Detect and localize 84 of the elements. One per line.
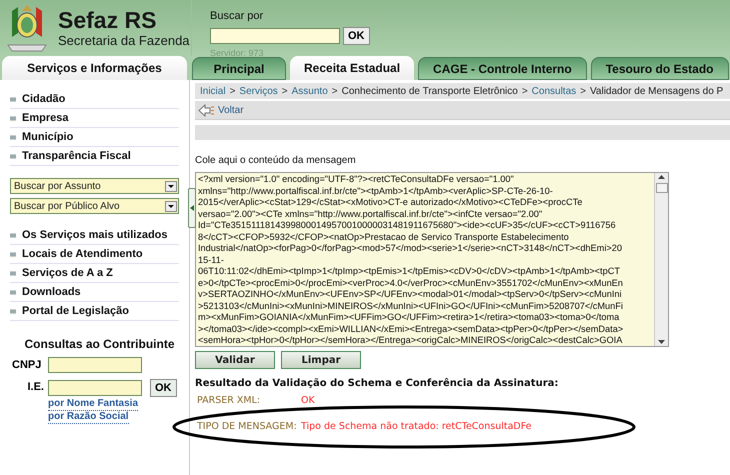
nav-tab[interactable]: CAGE - Controle Interno xyxy=(418,57,587,80)
scrollbar-thumb[interactable] xyxy=(656,183,668,193)
dropdown[interactable]: Buscar por Assunto xyxy=(10,178,179,194)
breadcrumb-separator: > xyxy=(332,84,338,98)
message-textarea[interactable] xyxy=(195,172,669,347)
breadcrumb-link[interactable]: Inicial xyxy=(200,84,226,98)
sidebar-link[interactable]: Serviços de A a Z xyxy=(22,264,113,282)
sidebar-link[interactable]: Transparência Fiscal xyxy=(22,148,131,164)
nav-tab[interactable]: Tesouro do Estado xyxy=(590,57,729,80)
breadcrumb-separator: > xyxy=(522,84,528,98)
bullet-icon xyxy=(10,308,16,314)
xml-line: 2015</verAplic><cStat>129</cStat><xMotivo>CT-e autorizado</xMotivo><CTeDFe><procCTe xyxy=(198,197,584,208)
sidebar-link[interactable]: Portal de Legislação xyxy=(22,302,129,320)
down-arrow-icon xyxy=(658,340,665,344)
xml-line: Id="CTe35151118143998000149570010000031481911675680"><ide><cUF>35</cUF><cCT>9116756 xyxy=(198,220,617,232)
breadcrumb-separator: > xyxy=(230,84,236,98)
site-title: Sefaz RS xyxy=(58,9,158,32)
xml-line: Industrial</natOp><forPag>0</forPag><mod>57</mod><serie>1</serie><nCT>3148</nCT><dhEmi>20 xyxy=(198,243,623,254)
back-arrow-icon xyxy=(198,104,216,116)
xml-line: ></toma03></ide><compl><xEmi>WILLIAN</xEmi><Entrega><semData><tpPer>0</tpPer></semData> xyxy=(198,324,624,335)
sidebar-link[interactable]: Locais de Atendimento xyxy=(22,246,143,262)
sidebar-link[interactable]: Município xyxy=(22,128,74,146)
scrollbar[interactable] xyxy=(654,173,668,346)
xml-line: <?xml version="1.0" encoding="UTF-8"?><retCTeConsultaDFe versao="1.00" xyxy=(198,174,515,186)
xml-line: m><xMunFim>GOIANIA</xMunFim><UFFim>GO</UFFim><retira>1</retira><toma03><toma>0</toma xyxy=(198,312,620,324)
xml-line: e>0</tpCTe><procEmi>0</procEmi><verProc>4.0</verProc><cMunEnv>3551702</cMunEnv><xMunEn xyxy=(198,278,624,289)
cnpj-label: CNPJ xyxy=(12,358,42,373)
bullet-icon xyxy=(10,270,16,276)
xml-line: 15-11- xyxy=(198,254,225,266)
ok-button[interactable]: OK xyxy=(150,378,176,396)
bullet-icon xyxy=(10,96,16,102)
result-label: TIPO DE MENSAGEM: xyxy=(197,421,298,432)
breadcrumb-text: Validador de Mensagens do P xyxy=(590,84,724,98)
result-value: Tipo de Schema não tratado: retCTeConsultaDFe xyxy=(301,421,532,432)
bullet-icon xyxy=(10,134,16,140)
caret-icon xyxy=(165,180,177,192)
collapse-handle[interactable] xyxy=(188,188,196,228)
ok-button[interactable]: OK xyxy=(343,26,370,44)
consulta-link[interactable]: por Nome Fantasia xyxy=(48,398,138,410)
xml-line: <semHora><tpHor>0</tpHor></semHora></Entrega><origCalc>MINEIROS</origCalc><destCalc>GOIA xyxy=(198,335,624,346)
dropdown[interactable]: Buscar por Público Alvo xyxy=(10,198,179,214)
consulta-link[interactable]: por Razão Social xyxy=(48,410,129,424)
xml-line: 06T10:11:02</dhEmi><tpImp>1</tpImp><tpEmis>1</tpEmis><cDV>0</cDV><tpAmb>1</tpAmb><tpCT xyxy=(198,266,621,278)
result-label: PARSER XML: xyxy=(197,395,262,406)
breadcrumb-link[interactable]: Serviços xyxy=(239,84,278,98)
bullet-icon xyxy=(10,290,16,294)
form-button[interactable]: Limpar xyxy=(281,351,361,369)
message-label: Cole aqui o conteúdo da mensagem xyxy=(195,154,357,168)
cnpj-field[interactable] xyxy=(48,357,142,374)
site-subtitle: Secretaria da Fazenda xyxy=(58,34,190,47)
ie-label: I.E. xyxy=(26,380,45,396)
coat-of-arms-icon xyxy=(4,3,50,53)
ie-field[interactable] xyxy=(48,380,142,396)
bullet-icon xyxy=(10,116,16,120)
xml-line: xmlns="http://www.portalfiscal.inf.br/cte"><tpAmb>1</tpAmb><verAplic>SP-CTe-26-10- xyxy=(198,186,554,197)
search-label: Buscar por xyxy=(210,9,264,24)
sidebar-tab[interactable]: Serviços e Informações xyxy=(2,56,187,80)
breadcrumb-text: Conhecimento de Transporte Eletrônico xyxy=(342,84,518,98)
caret-icon xyxy=(165,200,177,212)
nav-tab[interactable]: Receita Estadual xyxy=(290,56,414,80)
bullet-icon xyxy=(10,232,16,238)
breadcrumb-separator: > xyxy=(580,84,586,98)
breadcrumb-link[interactable]: Assunto xyxy=(292,84,328,98)
xml-line: 8</cCT><CFOP>5932</CFOP><natOp>Prestacao de Servico Transporte Estabelecimento xyxy=(198,232,570,243)
search-field[interactable] xyxy=(210,28,340,44)
section-title: Consultas ao Contribuinte xyxy=(24,336,176,353)
sidebar-link[interactable]: Cidadão xyxy=(22,90,66,108)
xml-line: >5213103</cMunIni><xMunIni>MINEIROS</xMunIni><UFIni>GO</UFIni><cMunFim>5208707</cMunFi xyxy=(198,300,624,312)
result-title: Resultado da Validação do Schema e Conferência da Assinatura: xyxy=(195,377,560,391)
back-link[interactable]: Voltar xyxy=(218,102,244,118)
form-button[interactable]: Validar xyxy=(195,351,275,369)
bullet-icon xyxy=(10,252,16,256)
nav-tab[interactable]: Principal xyxy=(192,57,286,80)
breadcrumb-link[interactable]: Consultas xyxy=(532,84,576,98)
sidebar-link[interactable]: Empresa xyxy=(22,110,68,126)
xml-line: v>SERTAOZINHO</xMunEnv><UFEnv>SP</UFEnv><modal>01</modal><tpServ>0</tpServ><cMunIni xyxy=(198,289,623,300)
sidebar-link[interactable]: Os Serviços mais utilizados xyxy=(22,226,168,244)
bullet-icon xyxy=(10,154,16,158)
sidebar-link[interactable]: Downloads xyxy=(22,284,81,300)
up-arrow-icon xyxy=(658,175,665,179)
left-arrow-icon xyxy=(190,205,194,211)
breadcrumb-separator: > xyxy=(282,84,288,98)
result-value: OK xyxy=(301,395,315,406)
xml-line: versao="2.00"><CTe xmlns="http://www.portalfiscal.inf.br/cte"><infCte versao="2.00" xyxy=(198,208,544,220)
